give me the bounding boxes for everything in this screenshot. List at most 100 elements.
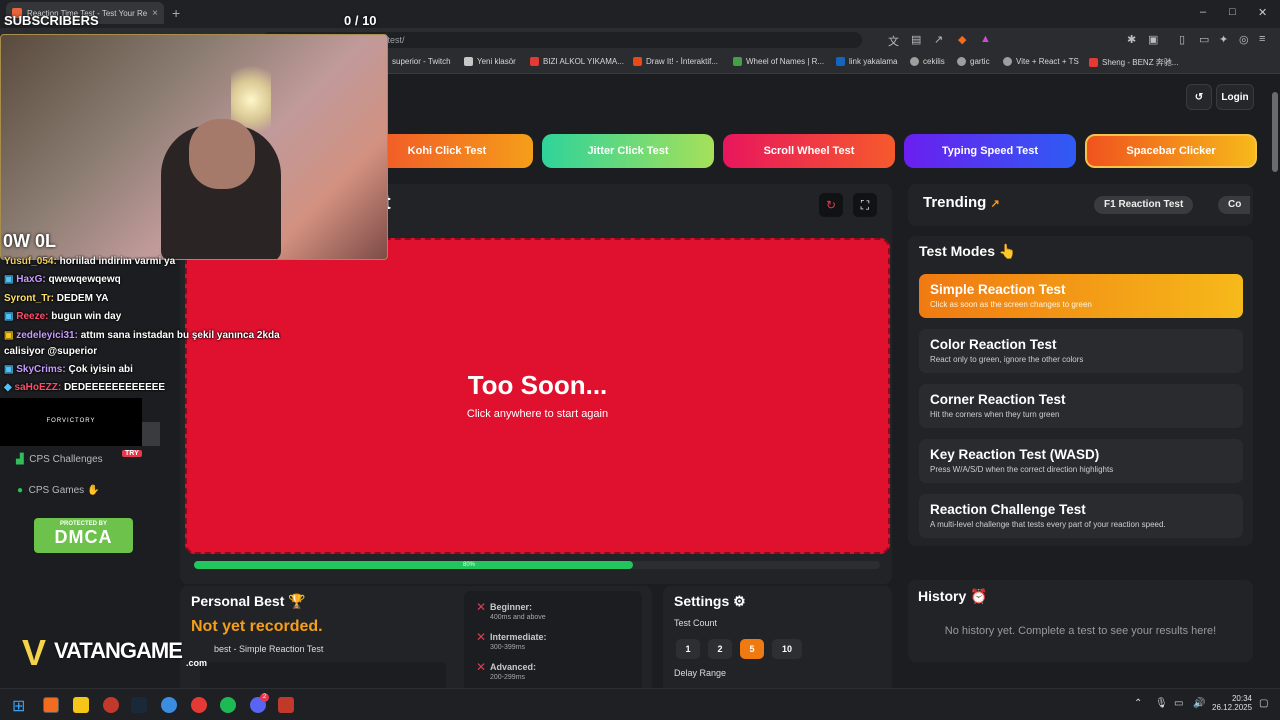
fullscreen-button[interactable]: ⛶ xyxy=(853,193,877,217)
history-button[interactable]: ↺ xyxy=(1186,84,1212,110)
app-icon[interactable] xyxy=(278,697,294,713)
brave-icon[interactable] xyxy=(43,697,59,713)
nav-jitter-click-test[interactable]: Jitter Click Test xyxy=(542,134,714,168)
chat-text: DEDEEEEEEEEEEEE xyxy=(63,382,166,393)
new-tab-button[interactable]: + xyxy=(172,5,180,21)
close-window-button[interactable]: ✕ xyxy=(1258,6,1267,19)
win-loss-label: 0W 0L xyxy=(3,231,57,251)
test-count-label: Test Count xyxy=(674,618,718,628)
bookmark-item[interactable]: Wheel of Names | R... xyxy=(733,57,824,66)
streamer-head xyxy=(189,119,255,189)
mode-desc: React only to green, ignore the other co… xyxy=(930,355,1084,364)
badge-icon: ▣ xyxy=(4,274,14,285)
wallet-icon[interactable]: ▭ xyxy=(1199,33,1209,46)
dmca-text: DMCA xyxy=(54,527,113,547)
tab-search-icon[interactable]: ▣ xyxy=(1148,33,1158,46)
valorant-icon[interactable] xyxy=(103,697,119,713)
chat-message: ▣ Reeze: bugun win day xyxy=(4,311,121,322)
scrollbar-thumb[interactable] xyxy=(1272,92,1278,172)
file-explorer-icon[interactable] xyxy=(73,697,89,713)
progress-label: 80% xyxy=(462,562,475,568)
badge-icon: ▣ xyxy=(4,364,14,375)
chat-text: DEDEM YA xyxy=(56,293,109,304)
globe-icon xyxy=(1003,57,1012,66)
taskbar: ⊞ 2 ⌃ 🎙 ▭ 🔊 20:34 26.12.2025 ▢ xyxy=(0,688,1280,720)
microphone-icon[interactable]: 🎙 xyxy=(1155,698,1168,709)
chat-text: attım sana instadan bu şekil yanınca 2kd… xyxy=(80,330,280,341)
tray-chevron-icon[interactable]: ⌃ xyxy=(1134,698,1142,709)
translate-icon[interactable]: 文 xyxy=(888,33,899,49)
chat-message: ▣ zedeleyici31: attım sana instadan bu ş… xyxy=(4,330,280,341)
login-button[interactable]: Login xyxy=(1216,84,1254,110)
browser-tab-bar: Reaction Time Test - Test Your Re × + – … xyxy=(0,0,1280,28)
mode-reaction-challenge[interactable]: Reaction Challenge Test A multi-level cha… xyxy=(919,494,1243,538)
bookmark-item[interactable]: Yeni klasör xyxy=(464,57,516,66)
chat-user: Reeze: xyxy=(16,311,49,322)
sidebar-scroll-handle[interactable] xyxy=(142,422,160,446)
mode-corner-reaction[interactable]: Corner Reaction Test Hit the corners when… xyxy=(919,384,1243,428)
reaction-sub-message: Click anywhere to start again xyxy=(466,408,609,420)
trending-chip[interactable]: F1 Reaction Test xyxy=(1094,196,1194,214)
bookmark-item[interactable]: cekilis xyxy=(910,57,945,66)
app-icon[interactable] xyxy=(161,697,177,713)
bookmark-label: Draw It! - İnteraktif... xyxy=(646,57,719,66)
personal-best-value: Not yet recorded. xyxy=(191,618,323,635)
progress-bar: 80% xyxy=(194,561,880,569)
bookmark-item[interactable]: Draw It! - İnteraktif... xyxy=(633,57,718,66)
badge-icon: ▣ xyxy=(4,330,14,341)
count-option-2[interactable]: 2 xyxy=(708,639,732,659)
history-title: History ⏰ xyxy=(918,588,988,604)
bookmark-item[interactable]: BIZI ALKOL YIKAMA... xyxy=(530,57,624,66)
cross-icon: ✕ xyxy=(476,660,487,674)
maximize-button[interactable]: □ xyxy=(1229,6,1236,18)
mode-simple-reaction[interactable]: Simple Reaction Test Click as soon as the… xyxy=(919,274,1243,318)
app-icon[interactable] xyxy=(191,697,207,713)
bookmark-item[interactable]: Vite + React + TS xyxy=(1003,57,1079,66)
chat-text: Çok iyisin abi xyxy=(68,364,133,375)
chat-message: ▣ SkyCrims: Çok iyisin abi xyxy=(4,364,133,375)
count-option-10[interactable]: 10 xyxy=(772,639,802,659)
clock[interactable]: 20:34 26.12.2025 xyxy=(1212,694,1252,712)
extensions-icon[interactable]: ✱ xyxy=(1127,33,1136,46)
dmca-badge[interactable]: PROTECTED BY DMCA xyxy=(34,518,133,553)
trending-chip[interactable]: Co xyxy=(1218,196,1250,214)
tab-close-icon[interactable]: × xyxy=(152,8,158,19)
sidebar-item-cps-challenges[interactable]: ▟ CPS Challenges xyxy=(16,454,103,465)
page-scrollbar[interactable] xyxy=(1270,74,1280,688)
restart-button[interactable]: ↻ xyxy=(819,193,843,217)
sidebar-item-cps-games[interactable]: ● CPS Games ✋ xyxy=(17,485,99,496)
bookmark-label: gartic xyxy=(970,57,990,66)
menu-icon[interactable]: ≡ xyxy=(1259,33,1265,45)
bookmark-item[interactable]: superior - Twitch xyxy=(392,57,451,66)
minimize-button[interactable]: – xyxy=(1200,6,1206,18)
bookmark-item[interactable]: gartic xyxy=(957,57,990,66)
brave-shield-icon[interactable]: ◆ xyxy=(958,33,966,46)
share-icon[interactable]: ↗ xyxy=(934,33,943,46)
reader-icon[interactable]: ▤ xyxy=(911,33,921,46)
vpn-icon[interactable]: ◎ xyxy=(1239,33,1249,46)
nav-typing-speed-test[interactable]: Typing Speed Test xyxy=(904,134,1076,168)
chat-message: calisiyor @superior xyxy=(4,346,97,357)
chat-text: bugun win day xyxy=(51,311,122,322)
nav-scroll-wheel-test[interactable]: Scroll Wheel Test xyxy=(723,134,895,168)
reaction-area[interactable]: Too Soon... Click anywhere to start agai… xyxy=(185,238,890,554)
count-option-1[interactable]: 1 xyxy=(676,639,700,659)
mode-color-reaction[interactable]: Color Reaction Test React only to green, … xyxy=(919,329,1243,373)
count-option-5[interactable]: 5 xyxy=(740,639,764,659)
brave-rewards-icon[interactable]: ▲ xyxy=(980,33,991,45)
bookmark-item[interactable]: link yakalama xyxy=(836,57,897,66)
mode-desc: Press W/A/S/D when the correct direction… xyxy=(930,465,1114,474)
notification-icon[interactable]: ▢ xyxy=(1259,698,1268,709)
bookmark-item[interactable]: Sheng - BENZ 奔驰... xyxy=(1089,57,1178,68)
sidebar-icon[interactable]: ▯ xyxy=(1179,33,1185,46)
nav-spacebar-clicker[interactable]: Spacebar Clicker xyxy=(1085,134,1257,168)
chat-message: Yusuf_054: horiilad indirim varmi ya xyxy=(4,256,175,267)
leo-icon[interactable]: ✦ xyxy=(1219,33,1228,46)
volume-icon[interactable]: 🔊 xyxy=(1193,698,1205,709)
spotify-icon[interactable] xyxy=(220,697,236,713)
network-icon[interactable]: ▭ xyxy=(1174,698,1183,709)
try-badge: TRY xyxy=(122,450,142,457)
windows-start-icon[interactable]: ⊞ xyxy=(12,696,25,716)
steam-icon[interactable] xyxy=(131,697,147,713)
mode-key-reaction[interactable]: Key Reaction Test (WASD) Press W/A/S/D wh… xyxy=(919,439,1243,483)
